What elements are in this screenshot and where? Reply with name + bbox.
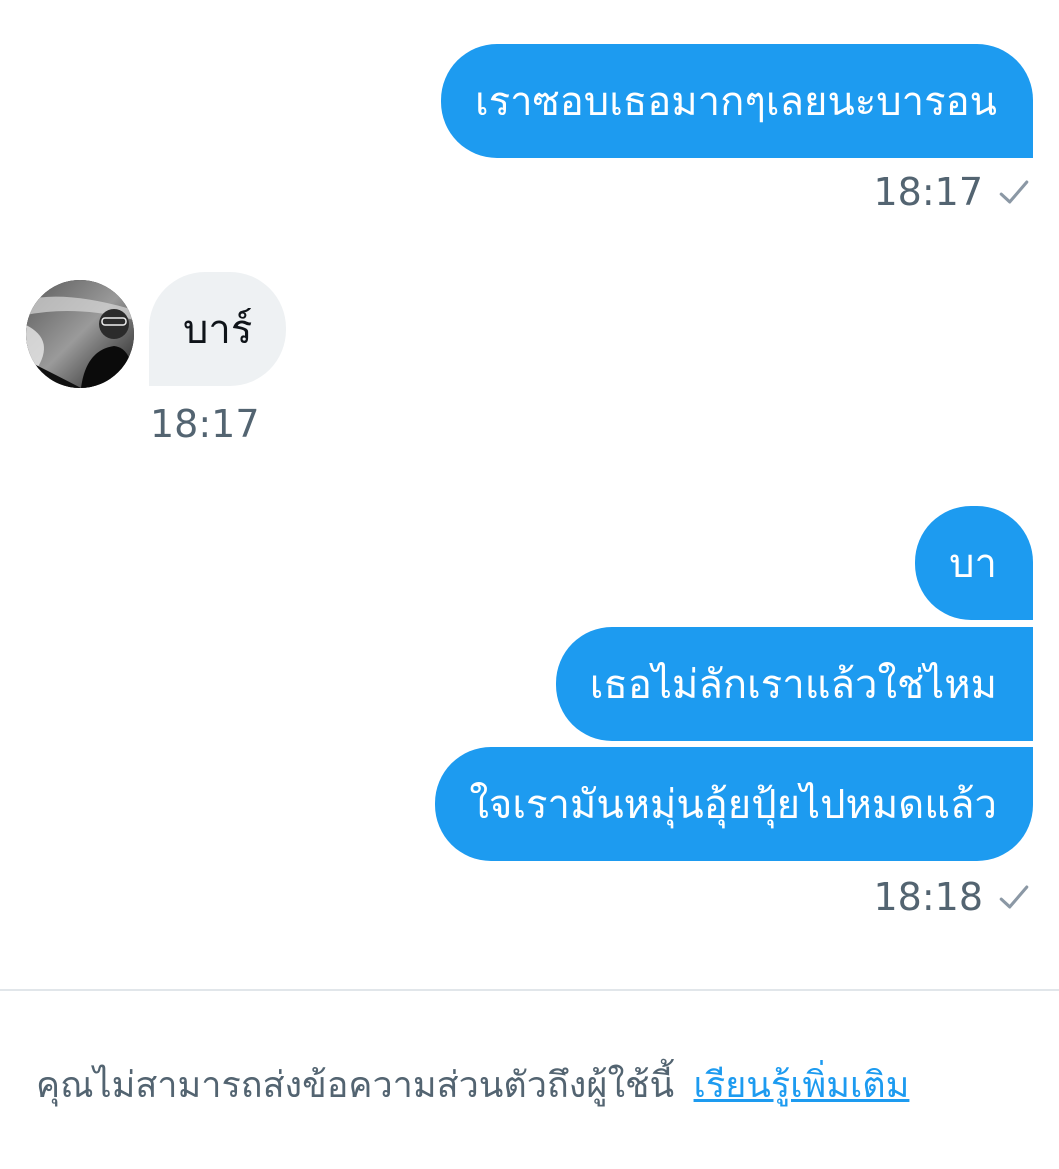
timestamp: 18:17 — [150, 402, 260, 446]
outgoing-message[interactable]: เธอไม่ลักเราแล้วใช่ไหม — [555, 627, 1033, 741]
incoming-message[interactable]: บาร์ — [149, 272, 287, 386]
message-text: เธอไม่ลักเราแล้วใช่ไหม — [589, 662, 997, 708]
message-meta: 18:18 — [873, 875, 1031, 919]
learn-more-link[interactable]: เรียนรู้เพิ่มเติม — [694, 1065, 910, 1106]
check-icon — [999, 885, 1029, 909]
message-text: เราซอบเธอมากๆเลยนะบารอน — [475, 79, 997, 125]
outgoing-message[interactable]: เราซอบเธอมากๆเลยนะบารอน — [441, 44, 1033, 158]
timestamp: 18:18 — [873, 875, 983, 919]
conversation-thread: เราซอบเธอมากๆเลยนะบารอน 18:17 บาร์ 18:17… — [0, 0, 1059, 990]
message-text: บา — [949, 541, 997, 587]
notice-text: คุณไม่สามารถส่งข้อความส่วนตัวถึงผู้ใช้นี… — [36, 1065, 675, 1106]
message-text: ใจเรามันหมุ่นอุ้ยปุ้ยไปหมดแล้ว — [469, 782, 997, 828]
timestamp: 18:17 — [873, 170, 983, 214]
message-meta: 18:17 — [873, 170, 1031, 214]
divider — [0, 989, 1059, 991]
message-text: บาร์ — [183, 307, 253, 353]
avatar[interactable] — [26, 280, 134, 388]
dm-disabled-notice: คุณไม่สามารถส่งข้อความส่วนตัวถึงผู้ใช้นี… — [36, 1056, 909, 1113]
outgoing-message[interactable]: ใจเรามันหมุ่นอุ้ยปุ้ยไปหมดแล้ว — [435, 747, 1033, 861]
check-icon — [999, 180, 1029, 204]
avatar-image — [26, 280, 134, 388]
outgoing-message[interactable]: บา — [915, 506, 1033, 620]
